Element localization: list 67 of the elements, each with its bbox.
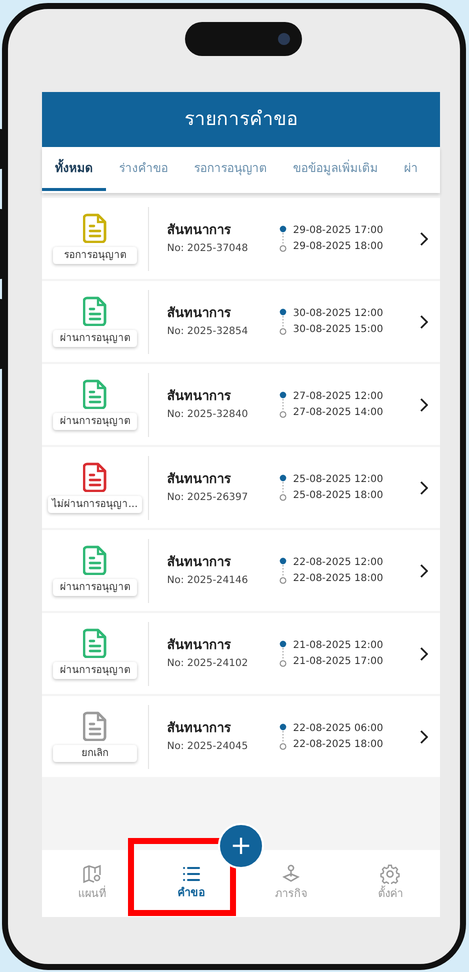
app-title: รายการคำขอ: [42, 92, 440, 147]
joystick-icon: [280, 864, 301, 884]
end-time: 22-08-2025 18:00: [293, 572, 384, 586]
status-tag: ยกเลิก: [53, 745, 137, 762]
request-row[interactable]: ผ่านการอนุญาต สันทนาการ No: 2025-32854 30-08-2025 12:00 30-08-2025 15:00: [42, 281, 440, 362]
end-time: 27-08-2025 14:00: [293, 406, 384, 420]
status-tag: ไม่ผ่านการอนุญา...: [48, 496, 142, 513]
tab[interactable]: ทั้งหมด: [42, 147, 106, 191]
start-time: 22-08-2025 06:00: [293, 722, 384, 736]
settings-icon: [380, 864, 400, 884]
status-tag: ผ่านการอนุญาต: [53, 579, 137, 596]
timeline-icon: [279, 640, 287, 668]
timeline-icon: [279, 556, 287, 584]
request-title: สันทนาการ: [167, 388, 232, 406]
chevron-icon: [420, 646, 428, 660]
request-row[interactable]: รอการอนุญาต สันทนาการ No: 2025-37048 29-08-2025 17:00 29-08-2025 18:00: [42, 198, 440, 279]
timeline-icon: [279, 390, 287, 418]
timeline-icon: [279, 474, 287, 502]
request-row[interactable]: ผ่านการอนุญาต สันทนาการ No: 2025-24102 21-08-2025 12:00 21-08-2025 17:00: [42, 613, 440, 694]
start-time: 21-08-2025 12:00: [293, 638, 384, 652]
tab[interactable]: ขอข้อมูลเพิ่มเติม: [280, 147, 391, 191]
chevron-icon: [420, 480, 428, 494]
timeline-icon: [279, 308, 287, 336]
start-time: 27-08-2025 12:00: [293, 390, 384, 404]
map-icon: [82, 864, 102, 884]
chevron-icon: [420, 730, 428, 744]
tab[interactable]: รอการอนุญาต: [181, 147, 280, 191]
chevron-icon: [420, 564, 428, 578]
request-title: สันทนาการ: [167, 554, 232, 572]
end-time: 30-08-2025 15:00: [293, 322, 384, 336]
request-number: No: 2025-32854: [167, 324, 250, 339]
tab[interactable]: ผ่า: [391, 147, 431, 191]
request-title: สันทนาการ: [167, 637, 232, 656]
chevron-icon: [420, 232, 428, 246]
list-icon: [181, 865, 202, 884]
start-time: 29-08-2025 17:00: [293, 224, 384, 238]
request-number: No: 2025-24102: [167, 656, 250, 671]
timeline-icon: [279, 224, 287, 252]
end-time: 22-08-2025 18:00: [293, 738, 384, 752]
request-number: No: 2025-37048: [167, 242, 250, 256]
request-title: สันทนาการ: [167, 720, 232, 738]
status-tag: ผ่านการอนุญาต: [53, 413, 137, 430]
end-time: 25-08-2025 18:00: [293, 488, 384, 502]
request-title: สันทนาการ: [167, 471, 232, 490]
status-tag: รอการอนุญาต: [53, 247, 137, 264]
chevron-icon: [420, 314, 428, 328]
status-tag: ผ่านการอนุญาต: [53, 662, 137, 679]
start-time: 22-08-2025 12:00: [293, 556, 384, 570]
start-time: 30-08-2025 12:00: [293, 306, 384, 320]
start-time: 25-08-2025 12:00: [293, 472, 384, 486]
request-number: No: 2025-24045: [167, 740, 250, 754]
request-title: สันทนาการ: [167, 222, 232, 240]
end-time: 21-08-2025 17:00: [293, 654, 384, 668]
request-row[interactable]: ไม่ผ่านการอนุญา... สันทนาการ No: 2025-26397 25-08-2025 12:00 25-08-2025 18:00: [42, 447, 440, 528]
request-row[interactable]: ผ่านการอนุญาต สันทนาการ No: 2025-32840 27-08-2025 12:00 27-08-2025 14:00: [42, 364, 440, 445]
request-title: สันทนาการ: [167, 305, 232, 324]
tab[interactable]: ร่างคำขอ: [106, 147, 181, 191]
end-time: 29-08-2025 18:00: [293, 240, 384, 254]
chevron-icon: [420, 398, 428, 412]
request-number: No: 2025-24146: [167, 574, 250, 588]
request-row[interactable]: ยกเลิก สันทนาการ No: 2025-24045 22-08-2025 06:00 22-08-2025 18:00: [42, 696, 440, 777]
request-row[interactable]: ผ่านการอนุญาต สันทนาการ No: 2025-24146 22-08-2025 12:00 22-08-2025 18:00: [42, 530, 440, 611]
status-tag: ผ่านการอนุญาต: [53, 330, 137, 347]
request-number: No: 2025-32840: [167, 408, 250, 422]
request-number: No: 2025-26397: [167, 490, 250, 505]
add-button[interactable]: +: [218, 823, 264, 869]
timeline-icon: [279, 722, 287, 750]
